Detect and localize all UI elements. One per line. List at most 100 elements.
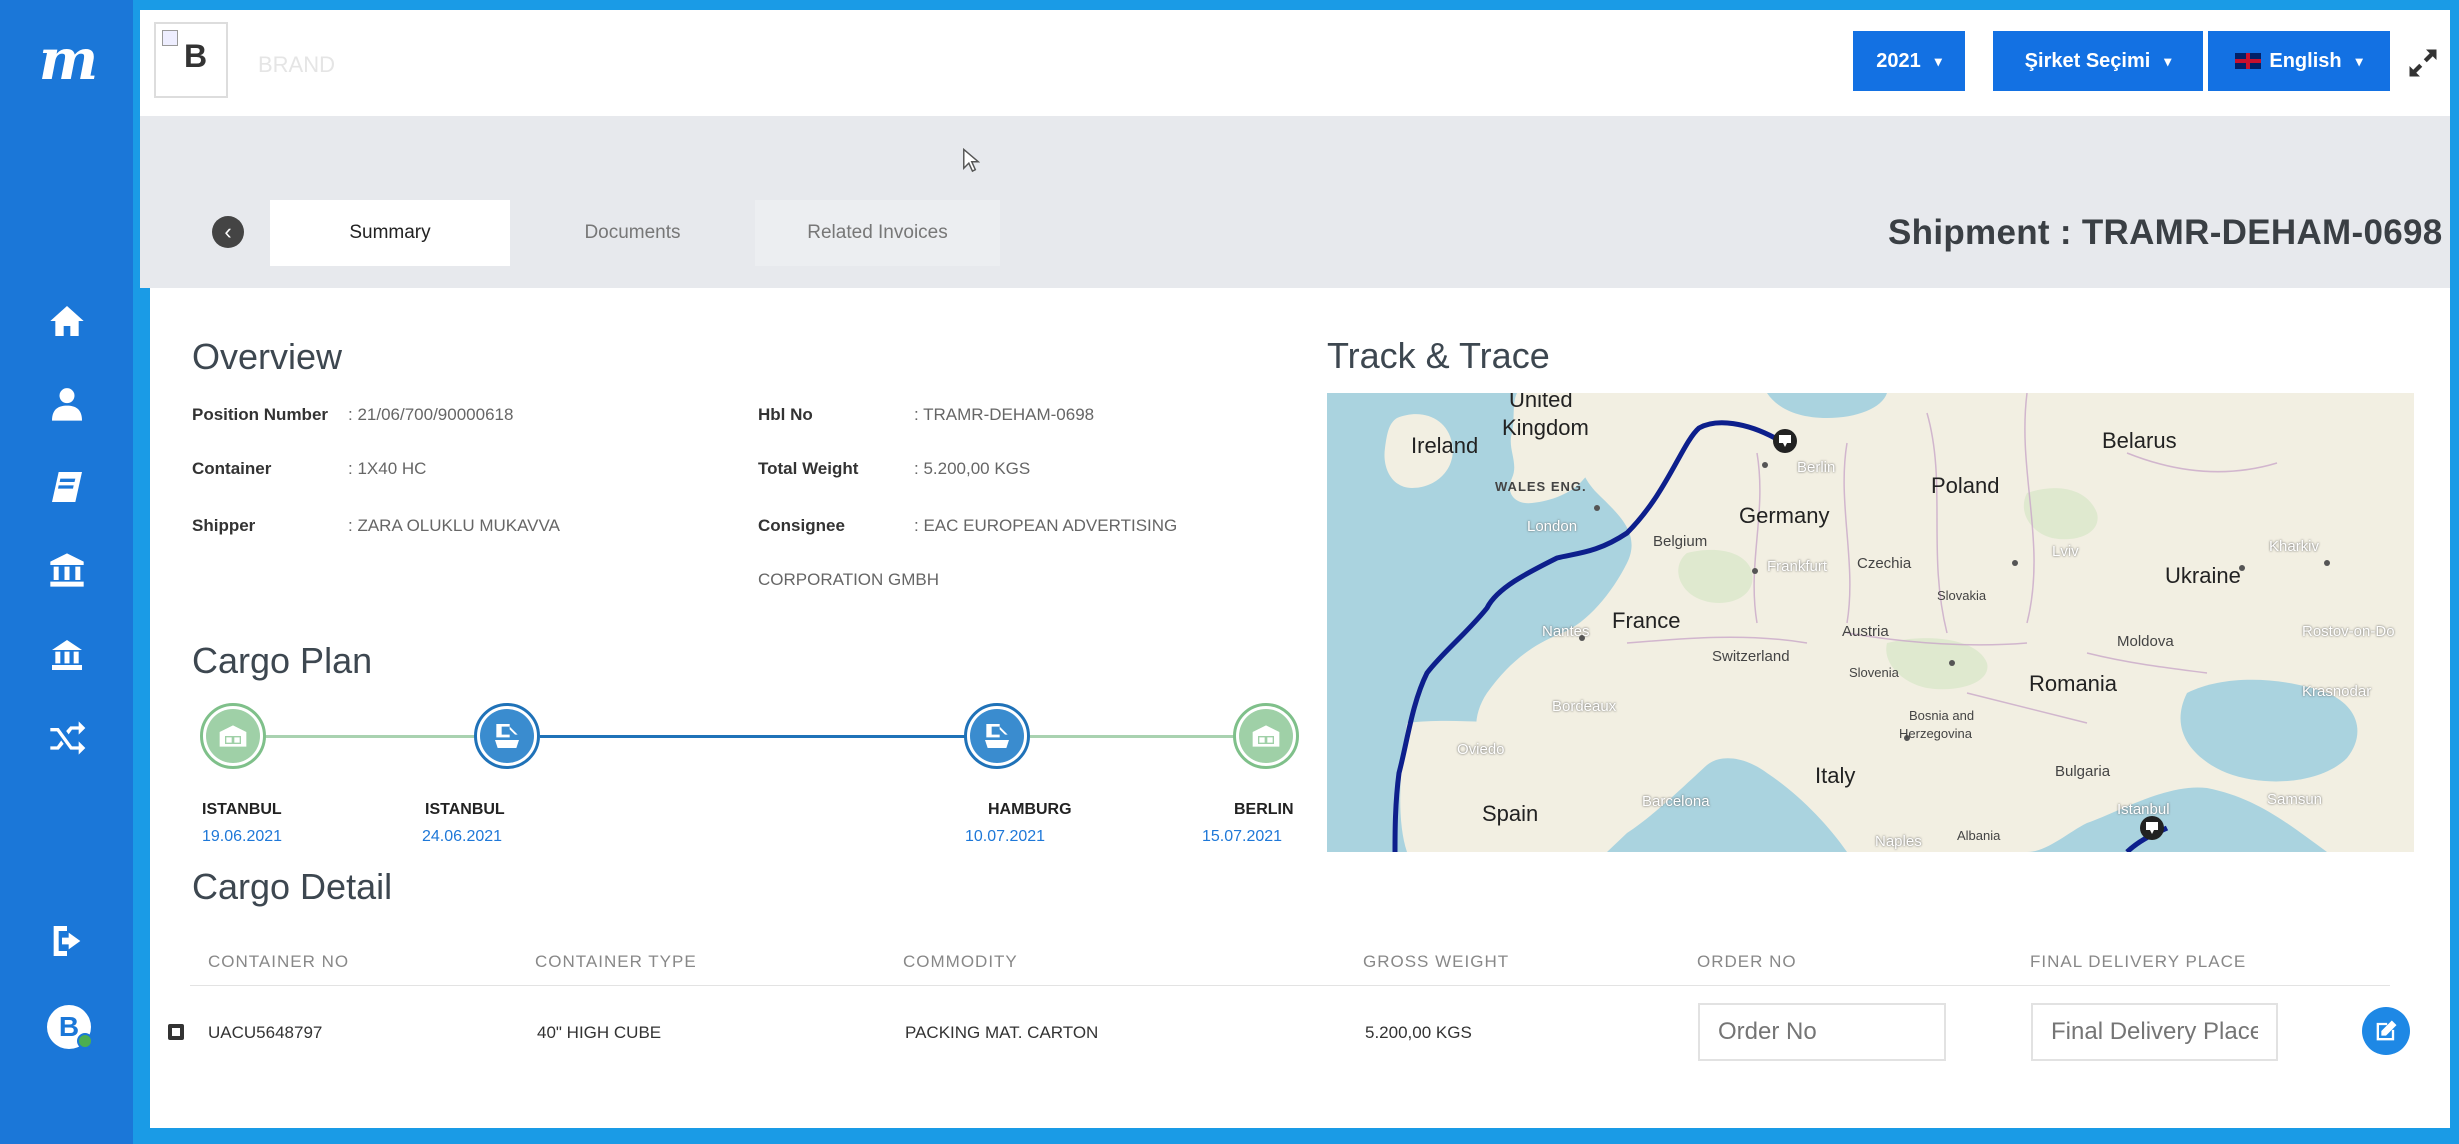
edit-icon (2376, 1020, 2397, 1041)
top-bar: B BRAND 2021 ▾ Şirket Seçimi ▾ English ▾ (140, 10, 2450, 116)
sidebar: m B (0, 0, 133, 1144)
map-label: Slovenia (1849, 665, 1899, 680)
column-header-commodity: COMMODITY (903, 952, 1018, 971)
caret-down-icon: ▾ (2355, 52, 2363, 69)
map-label: Barcelona (1642, 793, 1710, 810)
table-divider (190, 985, 2390, 986)
home-icon[interactable] (43, 297, 91, 345)
map-label: Switzerland (1712, 648, 1790, 665)
map-label: Kharkiv (2269, 538, 2320, 555)
bank-icon[interactable] (43, 546, 91, 594)
column-header-gross-weight: GROSS WEIGHT (1363, 952, 1510, 971)
map-label: Herzegovina (1899, 726, 1972, 741)
column-header-order-no: ORDER NO (1697, 952, 1797, 971)
map-label: Samsun (2267, 791, 2323, 808)
map-label: Romania (2029, 671, 2118, 696)
column-header-container-type: CONTAINER TYPE (535, 952, 697, 971)
map-label: Rostov-on-Do (2302, 623, 2395, 640)
plan-date: 10.07.2021 (965, 828, 1046, 845)
route-map[interactable]: United Kingdom Ireland WALES ENG. London… (1327, 393, 2414, 852)
warehouse-icon (219, 725, 247, 747)
company-select-dropdown[interactable]: Şirket Seçimi ▾ (1993, 31, 2203, 91)
map-label: Krasnodar (2302, 683, 2372, 700)
plan-stop-origin[interactable] (200, 703, 266, 769)
map-label: Ukraine (2165, 563, 2241, 588)
brand-logo[interactable]: B (154, 22, 228, 98)
overview-title: Overview (192, 336, 343, 377)
map-label: Albania (1957, 828, 2001, 843)
expand-icon[interactable] (2401, 41, 2445, 85)
caret-down-icon: ▾ (2164, 52, 2172, 69)
map-label: Berlin (1797, 459, 1836, 476)
back-arrow-icon: ‹ (224, 219, 232, 244)
map-label: Belgium (1653, 533, 1708, 550)
plan-stop-port-departure[interactable] (474, 703, 540, 769)
caret-down-icon: ▾ (1934, 52, 1942, 69)
tab-related-invoices[interactable]: Related Invoices (755, 200, 1000, 266)
tab-summary[interactable]: Summary (270, 200, 510, 266)
language-dropdown[interactable]: English ▾ (2208, 31, 2390, 91)
plan-stop-port-arrival[interactable] (964, 703, 1030, 769)
back-button[interactable]: ‹ (212, 216, 244, 248)
plan-stop-destination[interactable] (1233, 703, 1299, 769)
map-label: Frankfurt (1767, 558, 1828, 575)
plan-city: ISTANBUL (425, 801, 505, 818)
expand-row-toggle[interactable] (168, 1024, 184, 1040)
map-label: Nantes (1542, 623, 1590, 640)
track-trace-title: Track & Trace (1327, 335, 1550, 376)
map-label: Moldova (2117, 633, 2174, 650)
map-label: Lviv (2052, 543, 2079, 560)
shipment-title: Shipment : TRAMR-DEHAM-0698 (1888, 213, 2443, 252)
book-icon[interactable] (43, 463, 91, 511)
final-delivery-place-input[interactable] (2031, 1003, 2278, 1061)
crane-icon (985, 724, 1009, 748)
column-header-final-delivery-place: FINAL DELIVERY PLACE (2030, 952, 2247, 971)
map-label: London (1527, 518, 1578, 535)
user-icon[interactable] (43, 380, 91, 428)
plan-city: ISTANBUL (202, 801, 282, 818)
bank-alt-icon[interactable] (43, 631, 91, 679)
map-label: Slovakia (1937, 588, 1987, 603)
map-label: Germany (1739, 503, 1830, 528)
map-label: Oviedo (1457, 741, 1505, 758)
container-value: : 1X40 HC (348, 459, 427, 478)
warehouse-icon (1252, 725, 1280, 747)
plan-segment (540, 735, 965, 738)
hbl-no-value: : TRAMR-DEHAM-0698 (914, 405, 1095, 424)
order-no-input[interactable] (1698, 1003, 1946, 1061)
consignee-value-line2: CORPORATION GMBH (758, 570, 940, 589)
cargo-plan-title: Cargo Plan (192, 640, 373, 681)
map-label: WALES ENG. (1495, 479, 1587, 494)
plan-date: 24.06.2021 (422, 828, 503, 845)
mouse-cursor-icon (962, 147, 981, 179)
brand-name: BRAND (258, 52, 336, 77)
app-logo[interactable]: m (0, 0, 133, 120)
cell-gross-weight: 5.200,00 KGS (1365, 1023, 1472, 1042)
year-dropdown[interactable]: 2021 ▾ (1853, 31, 1965, 91)
map-label: Naples (1875, 833, 1922, 850)
uk-flag-icon (2235, 53, 2262, 69)
container-label: Container (192, 459, 272, 478)
plan-date: 15.07.2021 (1202, 828, 1283, 845)
map-label: Bosnia and (1909, 708, 1975, 723)
map-label: United (1509, 393, 1573, 412)
sign-out-icon[interactable] (43, 917, 91, 965)
crane-icon (495, 724, 519, 748)
avatar[interactable]: B (47, 1005, 93, 1049)
edit-button[interactable] (2362, 1007, 2410, 1055)
position-number-value: : 21/06/700/90000618 (348, 405, 514, 424)
map-label: Kingdom (1502, 415, 1589, 440)
map-label: Czechia (1857, 555, 1912, 572)
shuffle-icon[interactable] (43, 714, 91, 762)
plan-date: 19.06.2021 (202, 828, 283, 845)
map-label: Spain (1482, 801, 1539, 826)
consignee-value: : EAC EUROPEAN ADVERTISING (914, 516, 1178, 535)
cell-container-no: UACU5648797 (208, 1023, 323, 1042)
map-label: Bordeaux (1552, 698, 1617, 715)
map-label: Belarus (2102, 428, 2177, 453)
tab-documents[interactable]: Documents (520, 200, 745, 266)
total-weight-value: : 5.200,00 KGS (914, 459, 1031, 478)
map-label: Poland (1931, 473, 2000, 498)
plan-city: BERLIN (1234, 801, 1294, 818)
position-number-label: Position Number (192, 405, 329, 424)
